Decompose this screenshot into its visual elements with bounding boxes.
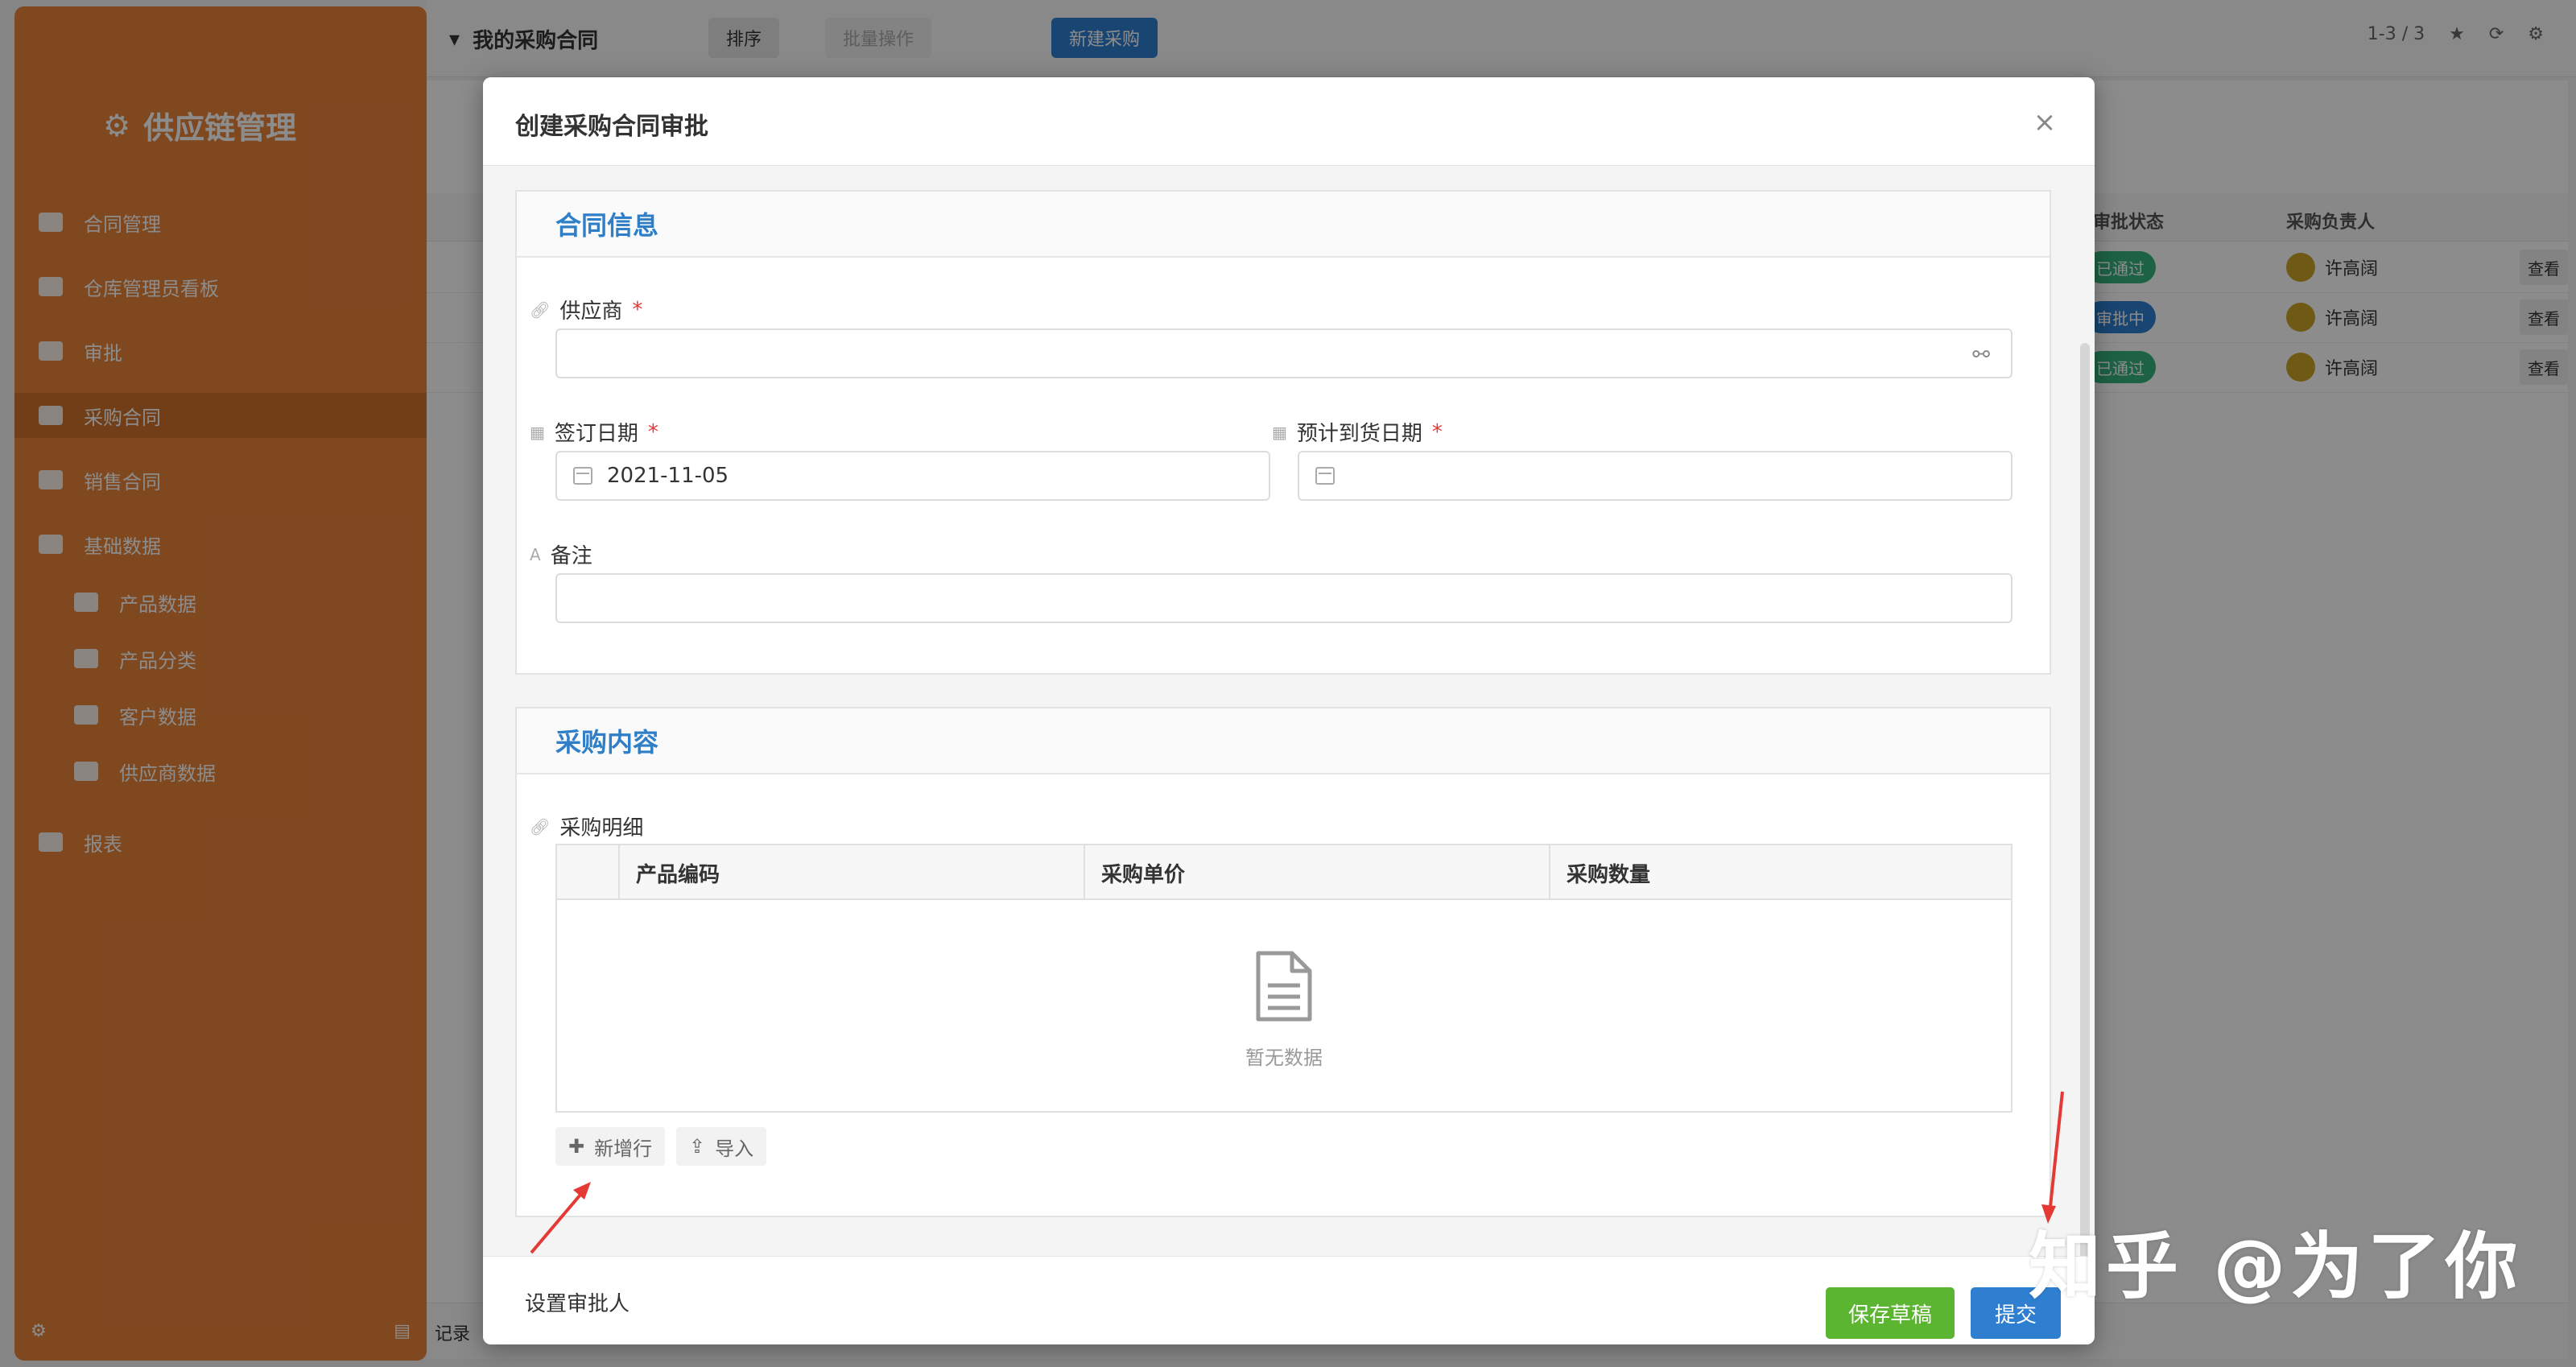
column-quantity: 采购数量: [1549, 845, 2013, 900]
add-row-button[interactable]: ✚ 新增行: [555, 1127, 666, 1166]
remark-label: A 备注: [530, 544, 592, 568]
arrival-date-label: ▦ 预计到货日期 *: [1272, 419, 1443, 447]
purchase-detail-label: 🔗︎ 采购明细: [530, 816, 644, 840]
sign-date-label: ▦ 签订日期 *: [530, 419, 658, 447]
set-approver-link[interactable]: 设置审批人: [525, 1287, 630, 1317]
document-icon: [1253, 950, 1315, 1022]
sign-date-input[interactable]: 2021-11-05: [555, 451, 1270, 501]
empty-text: 暂无数据: [1245, 1047, 1323, 1069]
purchase-content-panel: 采购内容 🔗︎ 采购明细 产品编码 采购单价 采购数量 暂无数据 ✚ 新增行 ⇪…: [515, 707, 2051, 1217]
plus-icon: ✚: [568, 1135, 585, 1158]
dialog-footer: 设置审批人 保存草稿 提交: [483, 1256, 2095, 1344]
arrival-date-input[interactable]: [1298, 451, 2013, 501]
create-contract-dialog: 创建采购合同审批 × 合同信息 🔗︎ 供应商 * ⚯ ▦ 签订日期 * 2021…: [483, 77, 2095, 1344]
column-product-code: 产品编码: [618, 845, 1084, 900]
upload-icon: ⇪: [689, 1135, 706, 1158]
calendar-icon: [573, 467, 592, 485]
text-icon: A: [530, 544, 541, 564]
link-icon[interactable]: ⚯: [1972, 343, 1990, 367]
calendar-icon: [1315, 467, 1335, 485]
link-icon: 🔗︎: [530, 816, 551, 836]
dialog-title: 创建采购合同审批: [515, 113, 708, 141]
import-button[interactable]: ⇪ 导入: [676, 1127, 767, 1166]
close-icon[interactable]: ×: [2029, 106, 2061, 138]
watermark: 知乎 @为了你: [2029, 1225, 2523, 1309]
save-draft-button[interactable]: 保存草稿: [1826, 1287, 1955, 1339]
dialog-body[interactable]: 合同信息 🔗︎ 供应商 * ⚯ ▦ 签订日期 * 2021-11-05 ▦ 预计…: [483, 166, 2095, 1256]
column-unit-price: 采购单价: [1084, 845, 1549, 900]
link-icon: 🔗︎: [530, 299, 551, 320]
remark-input[interactable]: [555, 573, 2013, 623]
supplier-label: 🔗︎ 供应商 *: [530, 297, 643, 324]
contract-info-panel: 合同信息 🔗︎ 供应商 * ⚯ ▦ 签订日期 * 2021-11-05 ▦ 预计…: [515, 190, 2051, 675]
scrollbar[interactable]: [2080, 343, 2090, 1256]
section-title-contract: 合同信息: [517, 192, 2050, 258]
supplier-input[interactable]: ⚯: [555, 328, 2013, 378]
calendar-icon: ▦: [530, 422, 545, 442]
dialog-header: 创建采购合同审批 ×: [483, 77, 2095, 166]
purchase-detail-grid: 产品编码 采购单价 采购数量 暂无数据: [555, 844, 2013, 1113]
section-title-purchase: 采购内容: [517, 708, 2050, 774]
empty-state: 暂无数据: [557, 950, 2011, 1070]
calendar-icon: ▦: [1272, 422, 1287, 442]
